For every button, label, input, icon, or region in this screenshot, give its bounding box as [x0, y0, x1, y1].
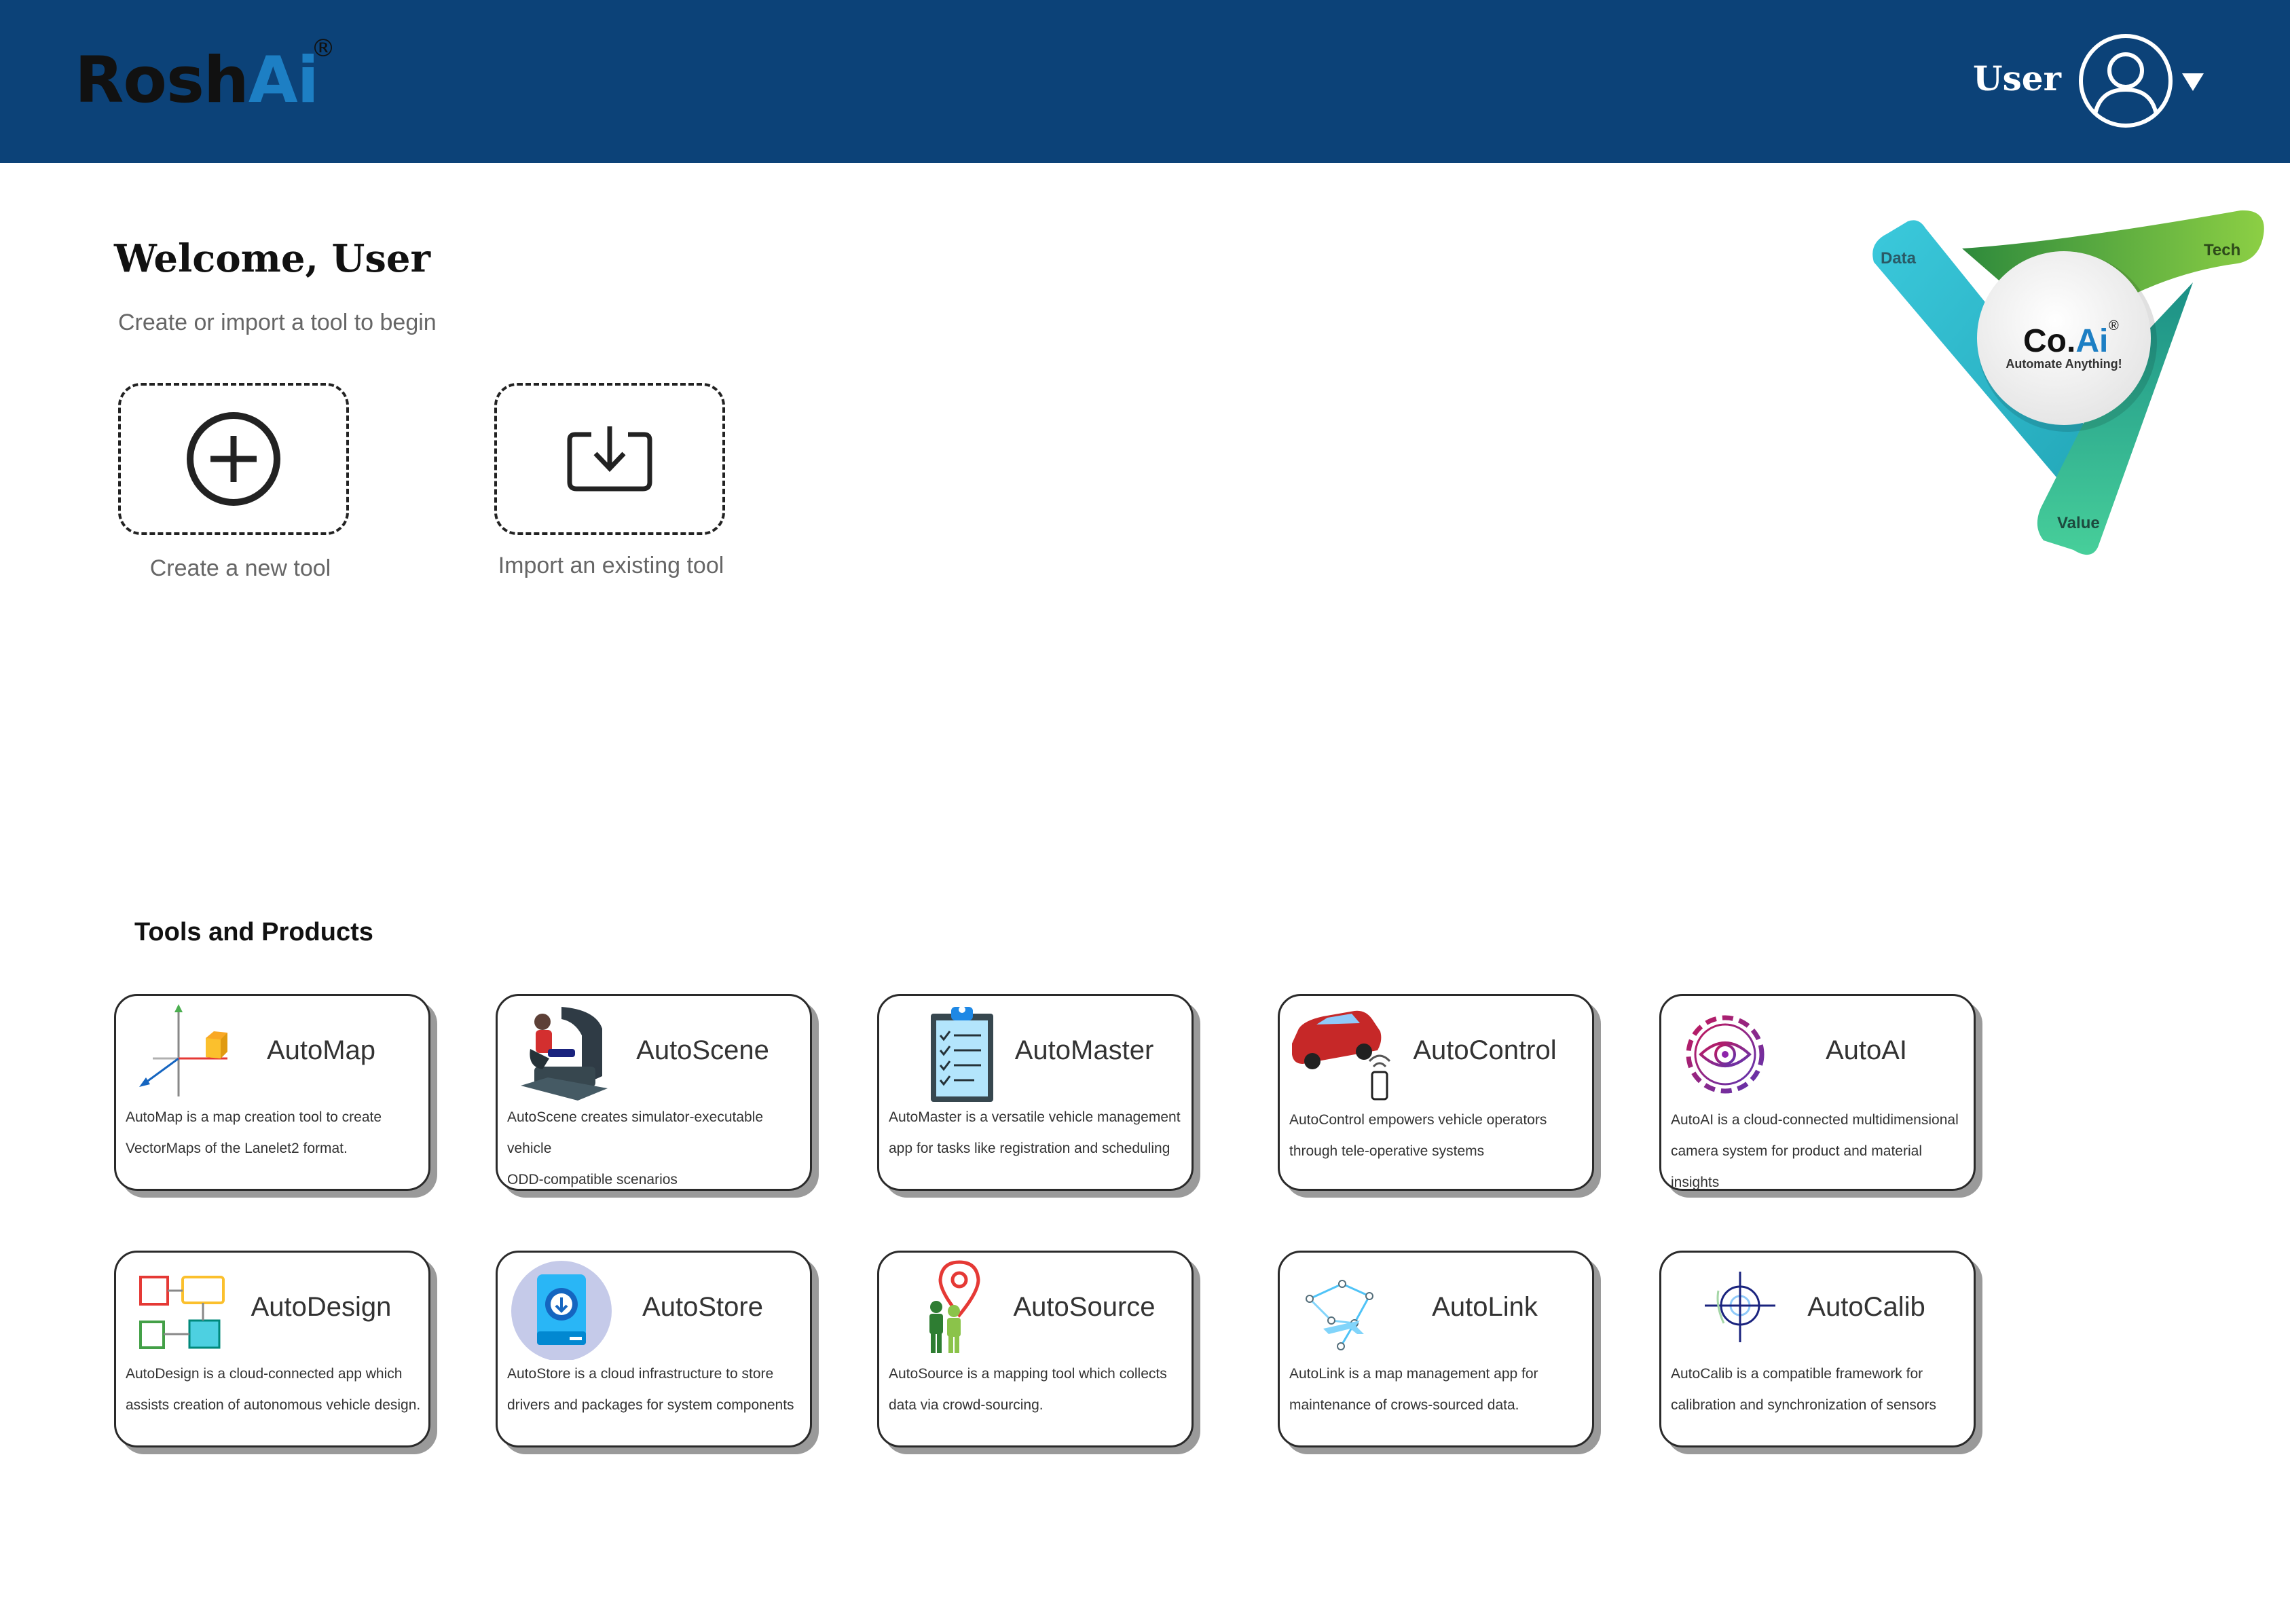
coai-label-tech: Tech: [2204, 241, 2240, 259]
tool-card-description: AutoControl empowers vehicle operators th…: [1289, 1112, 1547, 1159]
tool-card-autoai[interactable]: AutoAI AutoAI is a cloud-connected multi…: [1659, 994, 1976, 1191]
svg-text:Co.Ai: Co.Ai: [2023, 323, 2108, 359]
logo-text-ai: Ai: [248, 43, 319, 117]
welcome-subtitle: Create or import a tool to begin: [118, 310, 437, 335]
tool-card-title: AutoAI: [1825, 1035, 1908, 1065]
coai-registered-mark: ®: [2109, 318, 2119, 333]
tool-card-title: AutoLink: [1432, 1292, 1538, 1322]
create-tool-label[interactable]: Create a new tool: [98, 555, 383, 582]
chevron-down-icon[interactable]: [2181, 72, 2205, 92]
tools-section-title: Tools and Products: [134, 918, 373, 946]
coai-brand-ai: Ai: [2075, 323, 2108, 359]
tool-card-description: AutoStore is a cloud infrastructure to s…: [507, 1366, 794, 1413]
coai-label-value: Value: [2057, 514, 2100, 532]
import-tool-button[interactable]: [494, 383, 725, 535]
tool-card-title: AutoScene: [636, 1035, 769, 1065]
tool-card-title: AutoStore: [642, 1292, 763, 1322]
tool-card-autolink[interactable]: AutoLink AutoLink is a map management ap…: [1278, 1251, 1594, 1447]
tool-card-autostore[interactable]: AutoStore AutoStore is a cloud infrastru…: [496, 1251, 812, 1447]
coai-label-data: Data: [1881, 249, 1917, 267]
logo-text-rosh: Rosh: [75, 43, 249, 117]
tool-card-title: AutoCalib: [1807, 1292, 1925, 1322]
tool-card-autocalib[interactable]: AutoCalib AutoCalib is a compatible fram…: [1659, 1251, 1976, 1447]
tool-card-description: AutoMaster is a versatile vehicle manage…: [889, 1109, 1181, 1156]
tool-card-title: AutoDesign: [251, 1292, 392, 1322]
tool-card-title: AutoMap: [266, 1035, 376, 1065]
import-tray-icon: [567, 426, 652, 492]
top-header-bar: RoshAi ® User: [0, 0, 2290, 163]
logo-registered-mark: ®: [311, 35, 335, 62]
user-name-label[interactable]: User: [1973, 58, 2061, 98]
plus-circle-icon: [187, 412, 280, 506]
tool-card-automaster[interactable]: AutoMaster AutoMaster is a versatile veh…: [877, 994, 1194, 1191]
tool-card-automap[interactable]: AutoMap AutoMap is a map creation tool t…: [114, 994, 430, 1191]
tool-card-autoscene[interactable]: AutoScene AutoScene creates simulator-ex…: [496, 994, 812, 1191]
coai-brand-graphic: Data Tech Value Co.Ai ® Automate Anythin…: [1872, 210, 2264, 555]
tool-card-autodesign[interactable]: AutoDesign AutoDesign is a cloud-connect…: [114, 1251, 430, 1447]
tool-card-title: AutoControl: [1413, 1035, 1557, 1065]
tool-card-autocontrol[interactable]: AutoControl AutoControl empowers vehicle…: [1278, 994, 1594, 1191]
coai-tagline: Automate Anything!: [2006, 357, 2122, 371]
tool-card-description: AutoSource is a mapping tool which colle…: [889, 1366, 1167, 1413]
create-tool-button[interactable]: [118, 383, 349, 535]
tool-card-title: AutoMaster: [1014, 1035, 1154, 1065]
coai-brand-co: Co.: [2023, 323, 2075, 359]
tool-card-title: AutoSource: [1013, 1292, 1156, 1322]
import-tool-label[interactable]: Import an existing tool: [468, 553, 754, 579]
tool-card-description: AutoCalib is a compatible framework for c…: [1671, 1366, 1937, 1413]
tool-card-description: AutoDesign is a cloud-connected app whic…: [126, 1366, 421, 1413]
tool-card-autosource[interactable]: AutoSource AutoSource is a mapping tool …: [877, 1251, 1194, 1447]
tool-card-description: AutoAI is a cloud-connected multidimensi…: [1671, 1112, 1959, 1190]
tool-card-description: AutoMap is a map creation tool to create…: [126, 1109, 382, 1156]
tool-card-description: AutoLink is a map management app for main…: [1289, 1366, 1538, 1413]
tool-card-description: AutoScene creates simulator-executable v…: [507, 1109, 764, 1187]
welcome-heading: Welcome, User: [114, 236, 431, 281]
roshai-logo[interactable]: RoshAi ®: [75, 37, 335, 113]
user-avatar-icon[interactable]: [2076, 31, 2175, 130]
